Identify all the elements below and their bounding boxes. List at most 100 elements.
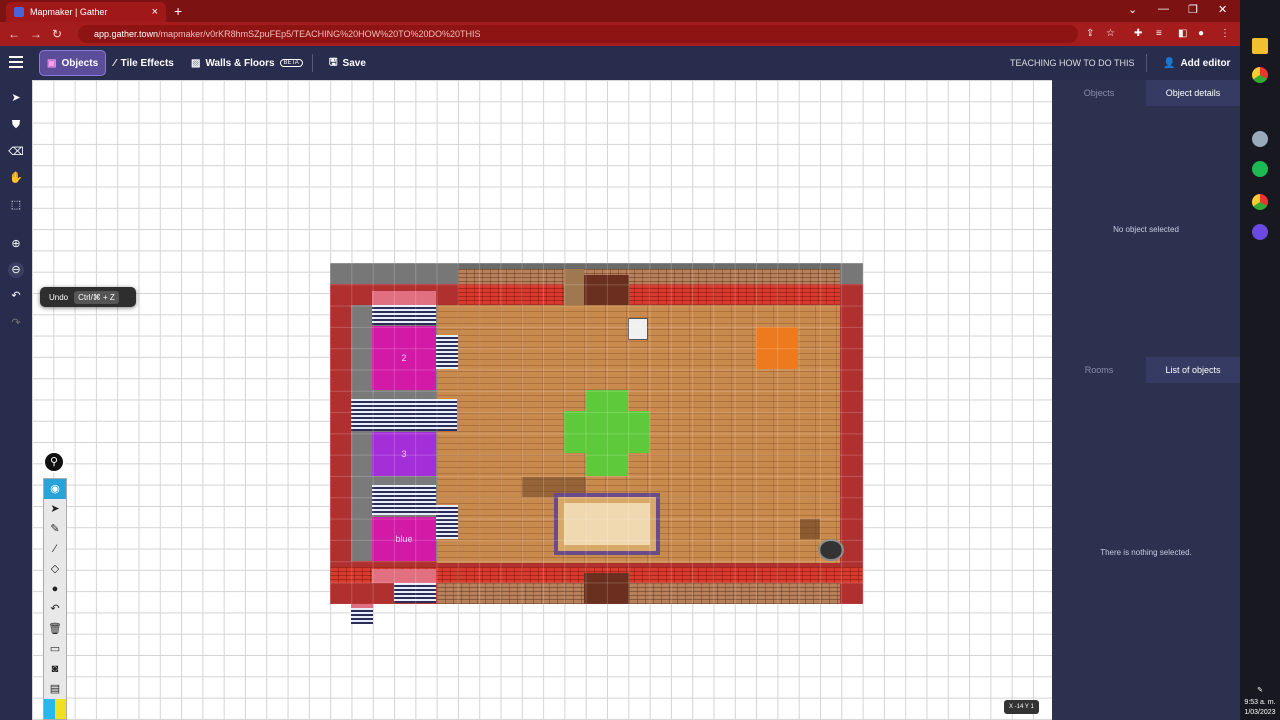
map-room[interactable]: 2 3 blue xyxy=(330,263,863,604)
profile-avatar[interactable]: ● xyxy=(1198,28,1204,39)
eraser-tool-icon[interactable]: ⌫ xyxy=(8,144,24,160)
bottom-door[interactable] xyxy=(584,573,629,604)
browser-tab-bar: Mapmaker | Gather × + ⌄ — ❐ ✕ xyxy=(0,0,1240,22)
top-wall-right xyxy=(840,263,863,284)
zoom-in-icon[interactable]: ⊕ xyxy=(8,236,24,252)
camera-icon[interactable]: ◙ xyxy=(44,659,66,679)
right-panel: Objects Object details No object selecte… xyxy=(1052,80,1240,720)
room-3-tile[interactable]: 3 xyxy=(372,432,436,476)
minimize-icon[interactable]: — xyxy=(1158,3,1169,15)
tab-rooms[interactable]: Rooms xyxy=(1052,357,1146,383)
walls-floors-button[interactable]: ▨ Walls & Floors BETA xyxy=(184,50,310,76)
os-pen-icon[interactable]: ✎ xyxy=(1240,686,1280,694)
restore-icon[interactable]: ❐ xyxy=(1188,3,1198,16)
share-icon[interactable]: ⇪ xyxy=(1086,28,1094,39)
coordinates-readout: X -14 Y 1 xyxy=(1004,700,1039,714)
forward-icon[interactable]: → xyxy=(30,27,42,41)
undo-icon[interactable]: ↶ xyxy=(8,288,24,304)
room-2-tile[interactable]: 2 xyxy=(372,326,436,390)
os-time: 9:53 a. m. xyxy=(1244,699,1276,706)
add-editor-button[interactable]: 👤 Add editor xyxy=(1156,50,1237,76)
reading-list-icon[interactable]: ≡ xyxy=(1156,28,1162,39)
app-circle-icon[interactable] xyxy=(1252,224,1268,240)
address-bar-row: ← → ↻ app.gather.town/mapmaker/v0rKR8hmS… xyxy=(0,22,1240,46)
nothing-selected-text: There is nothing selected. xyxy=(1100,548,1192,557)
striped-rug xyxy=(394,583,436,603)
browser-menu-icon[interactable]: ⋮ xyxy=(1220,28,1230,39)
tab-title: Mapmaker | Gather xyxy=(30,7,108,17)
top-wall-left xyxy=(330,263,458,284)
palette-pin-icon[interactable]: ⚲ xyxy=(43,451,65,473)
striped-rug xyxy=(351,399,457,431)
back-icon[interactable]: ← xyxy=(8,27,20,41)
close-window-icon[interactable]: ✕ xyxy=(1218,3,1227,16)
chrome-profile-icon[interactable] xyxy=(1252,194,1268,210)
os-date: 1/03/2023 xyxy=(1244,709,1276,716)
tool-palette: ◉ ➤ ✎ ⁄ ◇ ● ↶ 🗑 ▭ ◙ ▤ xyxy=(43,478,67,720)
file-explorer-icon[interactable] xyxy=(1252,38,1268,54)
undo-icon[interactable]: ↶ xyxy=(44,599,66,619)
map-name: TEACHING HOW TO DO THIS xyxy=(1010,58,1135,68)
zoom-out-icon[interactable]: ⊖ xyxy=(8,262,24,278)
top-brick-band xyxy=(458,269,840,284)
room-blue-tile[interactable]: blue xyxy=(372,517,436,561)
orange-tile-object[interactable] xyxy=(756,327,798,369)
plant-pot-object[interactable] xyxy=(818,539,844,561)
tab-object-details[interactable]: Object details xyxy=(1146,80,1240,106)
add-person-icon: 👤 xyxy=(1163,57,1176,69)
tab-close-icon[interactable]: × xyxy=(152,6,158,18)
top-red-brick xyxy=(458,284,840,304)
tooltip-label: Undo xyxy=(49,292,69,302)
top-door[interactable] xyxy=(584,275,629,305)
tile-effects-button[interactable]: ⁄ Tile Effects xyxy=(107,50,181,76)
toolbar-divider xyxy=(312,54,313,72)
url-field[interactable]: app.gather.town/mapmaker/v0rKR8hmSZpuFEp… xyxy=(78,25,1078,43)
tab-objects[interactable]: Objects xyxy=(1052,80,1146,106)
objects-label: Objects xyxy=(61,57,99,69)
save-button[interactable]: 🖫 Save xyxy=(322,50,373,76)
app-icon[interactable] xyxy=(1252,131,1268,147)
pencil-icon[interactable]: ✎ xyxy=(44,519,66,539)
tab-list-of-objects[interactable]: List of objects xyxy=(1146,357,1240,383)
striped-rug xyxy=(436,335,458,369)
reload-icon[interactable]: ↻ xyxy=(52,27,62,41)
save-icon: 🖫 xyxy=(329,56,338,68)
chrome-icon[interactable] xyxy=(1252,67,1268,83)
sidebar-icon[interactable]: ◧ xyxy=(1178,28,1187,39)
bookmark-star-icon[interactable]: ☆ xyxy=(1106,28,1115,39)
eye-icon[interactable]: ◉ xyxy=(44,479,66,499)
green-cross-horizontal[interactable] xyxy=(564,411,650,453)
color-swatch-icon[interactable] xyxy=(44,699,66,719)
pink-strip-top xyxy=(372,291,436,305)
eraser-icon[interactable]: ◇ xyxy=(44,559,66,579)
striped-rug xyxy=(351,608,373,624)
spotify-icon[interactable] xyxy=(1252,161,1268,177)
stamp-tool-icon[interactable]: ⛊ xyxy=(8,117,24,133)
new-tab-button[interactable]: + xyxy=(174,3,182,19)
pointer-icon[interactable]: ➤ xyxy=(44,499,66,519)
hamburger-menu-icon[interactable] xyxy=(9,56,23,68)
brush-icon[interactable]: ⁄ xyxy=(44,539,66,559)
browser-tab[interactable]: Mapmaker | Gather × xyxy=(6,2,166,22)
tile-effects-label: Tile Effects xyxy=(120,57,174,69)
extensions-icon[interactable]: ✚ xyxy=(1134,28,1142,39)
dot-icon[interactable]: ● xyxy=(44,579,66,599)
small-shadow-object[interactable] xyxy=(800,519,820,539)
beta-badge: BETA xyxy=(279,59,303,67)
trash-icon[interactable]: 🗑 xyxy=(44,619,66,639)
tooltip-shortcut: Ctrl/⌘ + Z xyxy=(74,290,119,304)
striped-rug xyxy=(436,505,458,539)
map-canvas[interactable]: 2 3 blue xyxy=(32,80,1052,720)
pink-strip-bottom xyxy=(372,569,436,583)
tab-search-icon[interactable]: ⌄ xyxy=(1128,3,1137,16)
redo-icon[interactable]: ↷ xyxy=(8,315,24,331)
rect-select-tool-icon[interactable]: ⬚ xyxy=(8,197,24,213)
whiteboard-icon[interactable]: ▭ xyxy=(44,639,66,659)
magic-wand-icon: ⁄ xyxy=(114,57,116,69)
clipboard-icon[interactable]: ▤ xyxy=(44,679,66,699)
select-tool-icon[interactable]: ➤ xyxy=(8,90,24,106)
hand-tool-icon[interactable]: ✋ xyxy=(8,170,24,186)
sign-object[interactable] xyxy=(628,318,648,340)
rug-inner xyxy=(564,503,650,545)
objects-button[interactable]: ▣ Objects xyxy=(39,50,107,76)
